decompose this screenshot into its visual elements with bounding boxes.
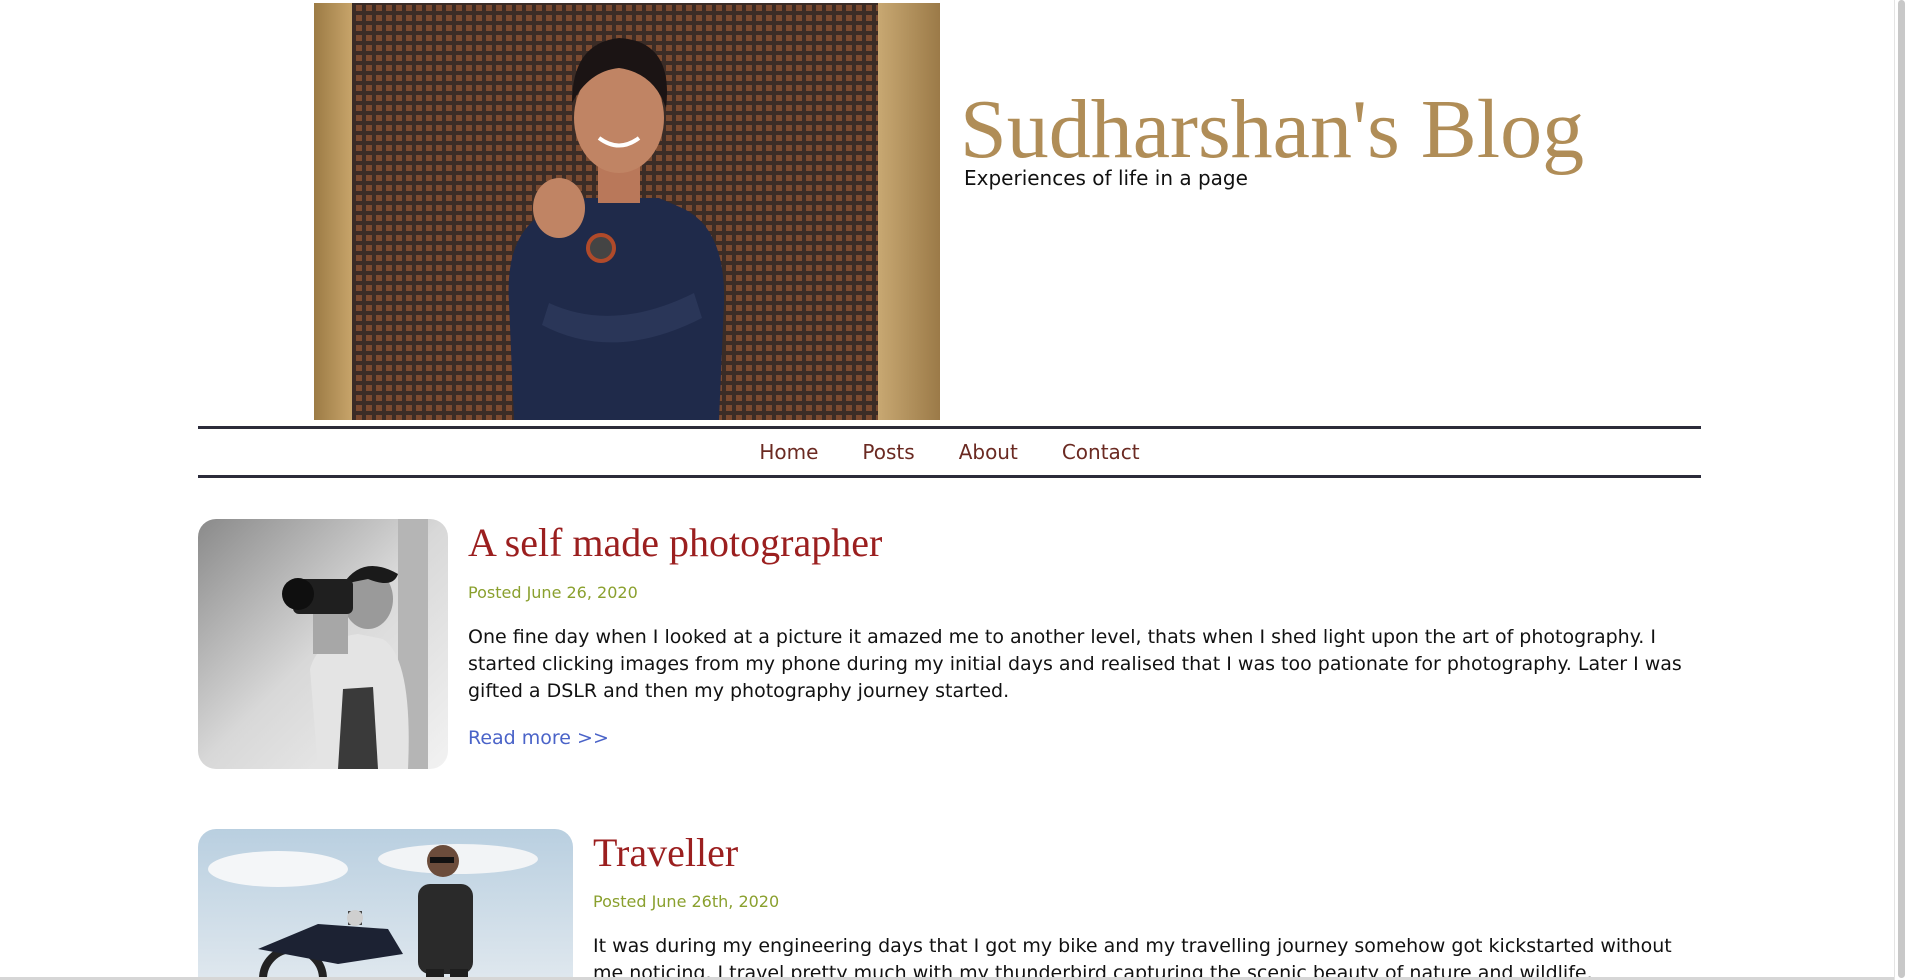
post-title[interactable]: A self made photographer bbox=[468, 520, 882, 566]
portrait-photo-icon bbox=[314, 3, 940, 420]
nav-link-posts[interactable]: Posts bbox=[862, 440, 914, 464]
post-excerpt: It was during my engineering days that I… bbox=[593, 935, 1672, 980]
site-tagline: Experiences of life in a page bbox=[964, 166, 1248, 190]
post-date: Posted June 26th, 2020 bbox=[593, 892, 780, 911]
photographer-post-image[interactable] bbox=[198, 519, 448, 769]
post-date: Posted June 26, 2020 bbox=[468, 583, 638, 602]
nav-link-contact[interactable]: Contact bbox=[1062, 440, 1140, 464]
vertical-scrollbar[interactable] bbox=[1894, 0, 1908, 980]
post-excerpt: One fine day when I looked at a picture … bbox=[468, 626, 1682, 702]
traveller-post-image[interactable] bbox=[198, 829, 573, 980]
nav-bottom-divider bbox=[198, 475, 1701, 478]
scrollbar-thumb[interactable] bbox=[1898, 0, 1905, 978]
blog-page: Sudharshan's Blog Experiences of life in… bbox=[0, 0, 1908, 980]
nav-link-home[interactable]: Home bbox=[759, 440, 818, 464]
nav-link-about[interactable]: About bbox=[959, 440, 1018, 464]
photographer-photo-icon bbox=[198, 519, 448, 769]
post-title[interactable]: Traveller bbox=[593, 830, 738, 876]
motorbike-photo-icon bbox=[198, 829, 573, 980]
main-navigation: Home Posts About Contact bbox=[198, 429, 1701, 475]
read-more-link[interactable]: Read more >> bbox=[468, 725, 609, 751]
header-portrait-image bbox=[314, 3, 940, 420]
